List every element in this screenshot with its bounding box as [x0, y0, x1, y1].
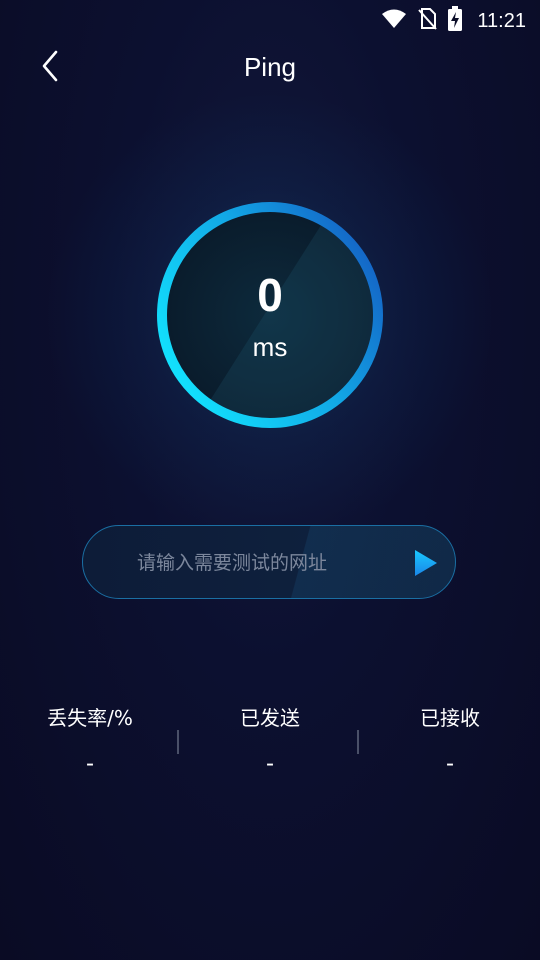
header: Ping [0, 40, 540, 96]
status-bar: 11:21 [0, 0, 540, 36]
status-time: 11:21 [477, 9, 526, 32]
sent-label: 已发送 [240, 706, 300, 730]
ping-stats: 丢失率/% - 已发送 - 已接收 - [0, 700, 540, 790]
loss-rate-value: - [86, 750, 94, 777]
start-ping-button[interactable] [411, 548, 441, 578]
ping-value: 0 [257, 269, 283, 321]
play-icon [411, 550, 441, 582]
battery-charging-icon [447, 6, 463, 36]
stat-received: 已接收 - [360, 700, 540, 778]
stat-divider [177, 730, 179, 754]
loss-rate-label: 丢失率/% [47, 706, 133, 730]
page-title: Ping [243, 52, 297, 82]
ping-unit: ms [252, 332, 288, 362]
received-label: 已接收 [420, 706, 480, 730]
status-icons: 11:21 [381, 6, 526, 36]
stat-divider [357, 730, 359, 754]
url-bar [82, 525, 456, 599]
stat-loss-rate: 丢失率/% - [0, 700, 180, 778]
wifi-icon [381, 8, 407, 34]
received-value: - [446, 750, 454, 777]
no-sim-icon [417, 7, 438, 35]
url-input[interactable] [135, 544, 409, 582]
sent-value: - [266, 750, 274, 777]
stat-sent: 已发送 - [180, 700, 360, 778]
